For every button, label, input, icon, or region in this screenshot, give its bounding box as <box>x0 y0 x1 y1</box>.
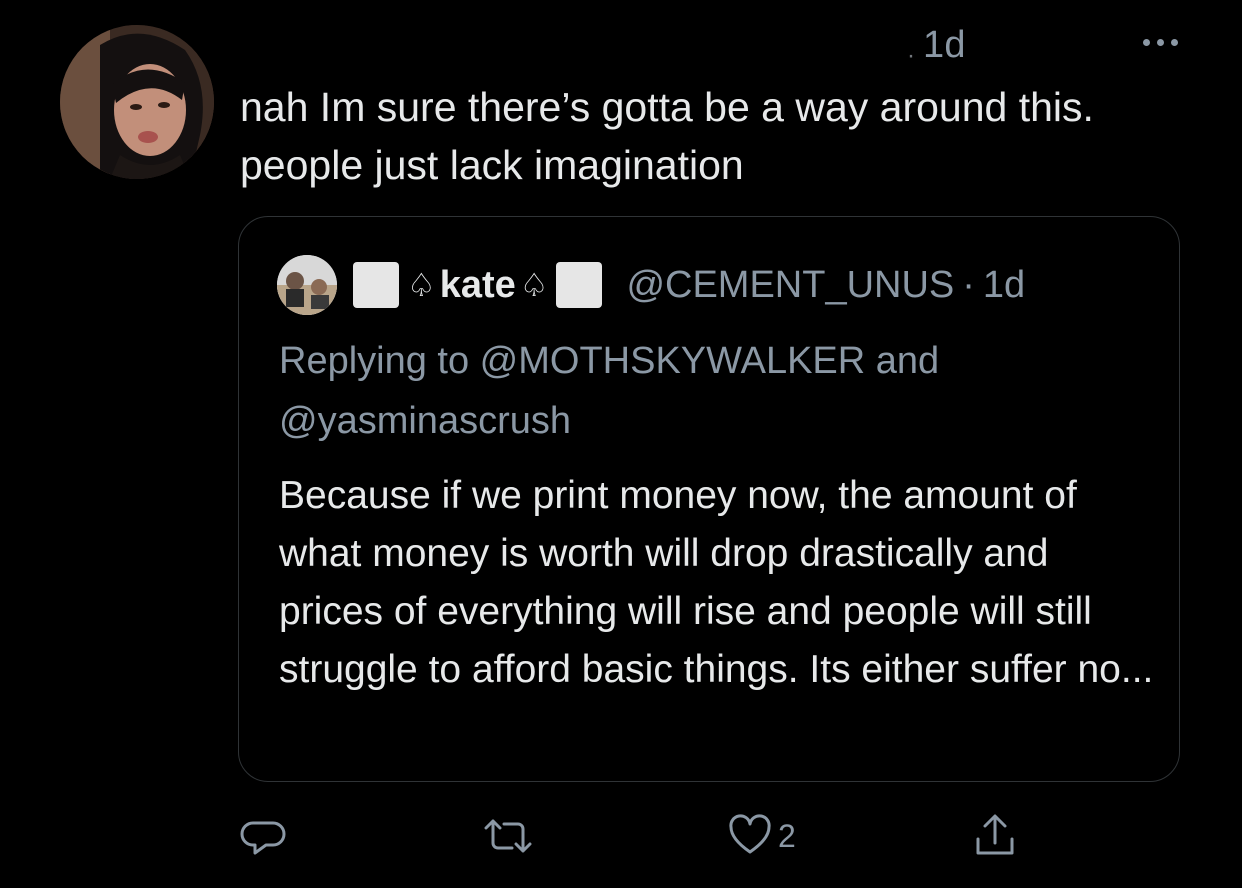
quoted-author-avatar[interactable] <box>277 255 337 315</box>
like-button[interactable]: 2 <box>728 808 796 864</box>
quoted-avatar-image <box>277 255 337 315</box>
quoted-timestamp[interactable]: 1d <box>983 264 1025 307</box>
more-options-icon[interactable] <box>1130 22 1190 62</box>
tweet-action-bar: 2 <box>240 808 1040 864</box>
time-separator: · <box>907 42 915 69</box>
quoted-time-separator: · <box>962 263 975 306</box>
tweet-timestamp[interactable]: 1d <box>923 24 966 67</box>
quoted-tweet-text: Because if we print money now, the amoun… <box>279 474 1154 691</box>
retweet-icon <box>484 819 532 853</box>
replying-to-text: Replying to @MOTHSKYWALKER and @yasminas… <box>279 340 940 442</box>
share-icon <box>976 814 1014 855</box>
retweet-button[interactable] <box>480 808 536 864</box>
reply-icon <box>240 821 286 855</box>
quoted-author-handle[interactable]: @CEMENT_UNUS <box>626 264 954 307</box>
quoted-tweet-header: ♤ kate ♤ @CEMENT_UNUS · 1d <box>353 255 1025 315</box>
author-name-redacted <box>240 28 670 68</box>
author-avatar[interactable] <box>60 25 214 179</box>
spade-icon-left: ♤ <box>407 266 436 304</box>
reply-button[interactable] <box>240 808 290 864</box>
white-square-emoji-right <box>556 262 603 308</box>
tweet-header: · 1d <box>240 18 1215 74</box>
heart-icon <box>729 814 771 854</box>
spade-icon-right: ♤ <box>519 266 549 304</box>
like-count: 2 <box>778 817 796 854</box>
tweet-text: nah Im sure there’s gotta be a way aroun… <box>240 84 1094 188</box>
author-avatar-image <box>60 25 214 179</box>
quoted-author-name[interactable]: ♤ kate ♤ <box>407 264 548 307</box>
share-button[interactable] <box>970 808 1020 864</box>
quoted-tweet-card[interactable]: ♤ kate ♤ @CEMENT_UNUS · 1d Replying to @… <box>238 216 1180 782</box>
white-square-emoji-left <box>353 262 399 308</box>
quoted-author-name-text: kate <box>439 263 516 306</box>
